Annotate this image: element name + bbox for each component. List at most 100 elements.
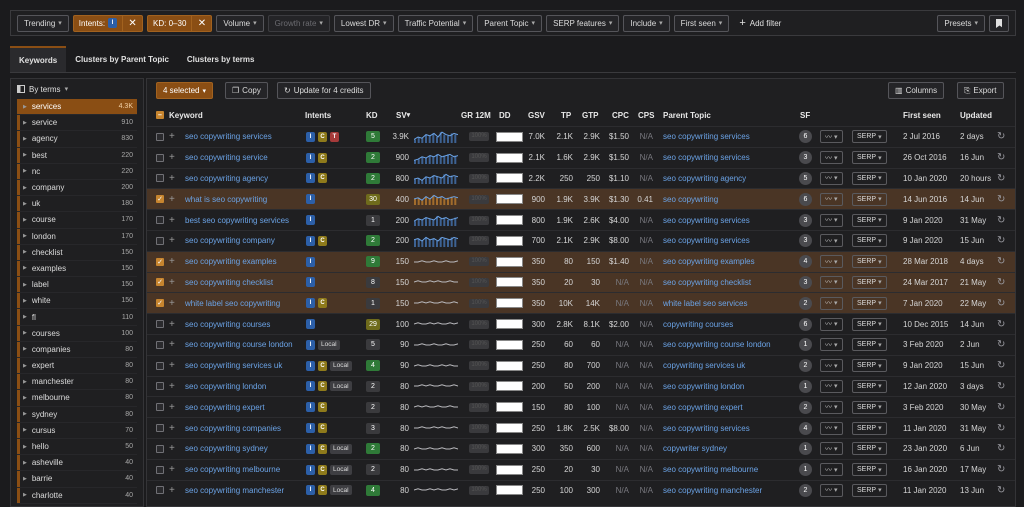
update-button[interactable]: ↻ Update for 4 credits (277, 82, 371, 99)
keyword-link[interactable]: seo copywriting courses (185, 314, 270, 334)
trend-dropdown[interactable]: 〰 ▾ (820, 377, 843, 397)
row-checkbox[interactable]: ✓ (156, 293, 164, 313)
row-checkbox[interactable] (156, 356, 164, 376)
trend-button[interactable]: 〰 ▾ (820, 171, 843, 185)
add-to-list-icon[interactable]: + (169, 252, 175, 272)
column-kd[interactable]: KD (366, 105, 378, 125)
add-to-list-icon[interactable]: + (169, 169, 175, 189)
traffic-potential-filter[interactable]: Traffic Potential ▾ (397, 14, 474, 32)
parent-topic-link[interactable]: seo copywriting services (663, 418, 750, 438)
refresh-icon[interactable]: ↻ (997, 439, 1005, 459)
sidebar-item-term[interactable]: ▶ agency 830 (17, 131, 137, 148)
keyword-link[interactable]: best seo copywriting services (185, 210, 289, 230)
serp-button[interactable]: SERP ▾ (852, 296, 887, 310)
serp-dropdown[interactable]: SERP ▾ (852, 293, 887, 313)
refresh-icon[interactable]: ↻ (997, 189, 1005, 209)
column-first-seen[interactable]: First seen (903, 105, 941, 125)
keyword-link[interactable]: seo copywriting examples (185, 252, 277, 272)
table-row[interactable]: + seo copywriting sydney I C Local 2 80 100% 300… (147, 438, 1015, 459)
serp-dropdown[interactable]: SERP ▾ (852, 148, 887, 168)
serp-button[interactable]: SERP ▾ (852, 338, 887, 352)
row-checkbox[interactable] (156, 460, 164, 480)
parent-topic-link[interactable]: seo copywriting manchester (663, 481, 762, 501)
table-row[interactable]: + seo copywriting melbourne I C Local 2 80 100%… (147, 458, 1015, 480)
table-row[interactable]: + seo copywriting service I C 2 900 100% 2.1K 1.… (147, 146, 1015, 168)
trend-button[interactable]: 〰 ▾ (820, 192, 843, 206)
trend-dropdown[interactable]: 〰 ▾ (820, 293, 843, 313)
tab-keywords[interactable]: Keywords (10, 46, 67, 72)
sidebar-item-term[interactable]: ▶ sydney 80 (17, 406, 137, 423)
add-to-list-icon[interactable]: + (169, 210, 175, 230)
row-checkbox[interactable] (156, 231, 164, 251)
row-checkbox[interactable]: ✓ (156, 273, 164, 293)
keyword-link[interactable]: seo copywriting sydney (185, 439, 268, 459)
parent-topic-link[interactable]: seo copywriting services (663, 127, 750, 147)
sidebar-item-term[interactable]: ▶ company 200 (17, 179, 137, 197)
row-checkbox[interactable] (156, 127, 164, 147)
presets-button[interactable]: Presets ▾ (937, 14, 985, 32)
row-checkbox[interactable] (156, 481, 164, 501)
refresh-icon[interactable]: ↻ (997, 481, 1005, 501)
serp-dropdown[interactable]: SERP ▾ (852, 418, 887, 438)
keyword-link[interactable]: what is seo copywriting (185, 189, 267, 209)
column-gtp[interactable]: GTP (582, 105, 598, 125)
sidebar-item-term[interactable]: ▶ expert 80 (17, 358, 137, 375)
keyword-link[interactable]: seo copywriting checklist (185, 273, 273, 293)
column-cps[interactable]: CPS (638, 105, 654, 125)
add-to-list-icon[interactable]: + (169, 148, 175, 168)
lowest-dr-filter[interactable]: Lowest DR ▾ (333, 14, 394, 32)
row-checkbox[interactable]: ✓ (156, 252, 164, 272)
serp-dropdown[interactable]: SERP ▾ (852, 356, 887, 376)
trend-button[interactable]: 〰 ▾ (820, 338, 843, 352)
add-to-list-icon[interactable]: + (169, 377, 175, 397)
table-row[interactable]: + seo copywriting services I C T 5 3.9K 100% 7.0… (147, 126, 1015, 147)
parent-topic-link[interactable]: seo copywriting agency (663, 169, 746, 189)
trend-dropdown[interactable]: 〰 ▾ (820, 252, 843, 272)
trend-dropdown[interactable]: 〰 ▾ (820, 273, 843, 293)
serp-button[interactable]: SERP ▾ (852, 317, 887, 331)
sidebar-item-term[interactable]: ▶ best 220 (17, 147, 137, 164)
sidebar-item-term[interactable]: ▶ asheville 40 (17, 455, 137, 472)
sidebar-item-term[interactable]: ▶ checklist 150 (17, 244, 137, 261)
trend-dropdown[interactable]: 〰 ▾ (820, 460, 843, 480)
refresh-icon[interactable]: ↻ (997, 231, 1005, 251)
column-sv[interactable]: SV ▾ (396, 105, 410, 125)
trend-button[interactable]: 〰 ▾ (820, 151, 843, 165)
table-row[interactable]: ✓ + what is seo copywriting I 30 400 100% 900 1.… (147, 188, 1015, 210)
refresh-icon[interactable]: ↻ (997, 293, 1005, 313)
trend-dropdown[interactable]: 〰 ▾ (820, 439, 843, 459)
serp-dropdown[interactable]: SERP ▾ (852, 231, 887, 251)
table-row[interactable]: ✓ + seo copywriting examples I 9 150 100% 350 80… (147, 250, 1015, 272)
trend-dropdown[interactable]: 〰 ▾ (820, 189, 843, 209)
keyword-link[interactable]: seo copywriting melbourne (185, 460, 280, 480)
table-row[interactable]: + seo copywriting london I C Local 2 80 100% 200… (147, 375, 1015, 397)
keyword-link[interactable]: seo copywriting manchester (185, 481, 284, 501)
serp-dropdown[interactable]: SERP ▾ (852, 169, 887, 189)
table-row[interactable]: + seo copywriting manchester I C Local 4 80 100… (147, 479, 1015, 501)
table-row[interactable]: + seo copywriting expert I C 2 80 100% 150 80 100… (147, 396, 1015, 417)
serp-dropdown[interactable]: SERP ▾ (852, 127, 887, 147)
serp-dropdown[interactable]: SERP ▾ (852, 210, 887, 230)
add-to-list-icon[interactable]: + (169, 314, 175, 334)
serp-dropdown[interactable]: SERP ▾ (852, 481, 887, 501)
sidebar-item-term[interactable]: ▶ label 150 (17, 277, 137, 294)
bookmark-button[interactable] (989, 14, 1009, 32)
row-checkbox[interactable]: ✓ (156, 189, 164, 209)
trend-dropdown[interactable]: 〰 ▾ (820, 148, 843, 168)
growth-rate-filter[interactable]: Growth rate ▾ (267, 14, 330, 32)
row-checkbox[interactable] (156, 439, 164, 459)
parent-topic-link[interactable]: seo copywriting services (663, 210, 750, 230)
select-all-checkbox[interactable]: – (156, 105, 164, 125)
parent-topic-link[interactable]: seo copywriting expert (663, 397, 743, 417)
refresh-icon[interactable]: ↻ (997, 397, 1005, 417)
keyword-link[interactable]: seo copywriting services (185, 127, 272, 147)
export-button[interactable]: ⎘ Export (957, 82, 1004, 99)
sidebar-item-term[interactable]: ▶ uk 180 (17, 196, 137, 213)
serp-button[interactable]: SERP ▾ (852, 234, 887, 248)
trend-dropdown[interactable]: 〰 ▾ (820, 335, 843, 355)
row-checkbox[interactable] (156, 148, 164, 168)
refresh-icon[interactable]: ↻ (997, 273, 1005, 293)
parent-topic-link[interactable]: seo copywriting examples (663, 252, 755, 272)
trend-dropdown[interactable]: 〰 ▾ (820, 481, 843, 501)
column-gsv[interactable]: GSV (528, 105, 545, 125)
